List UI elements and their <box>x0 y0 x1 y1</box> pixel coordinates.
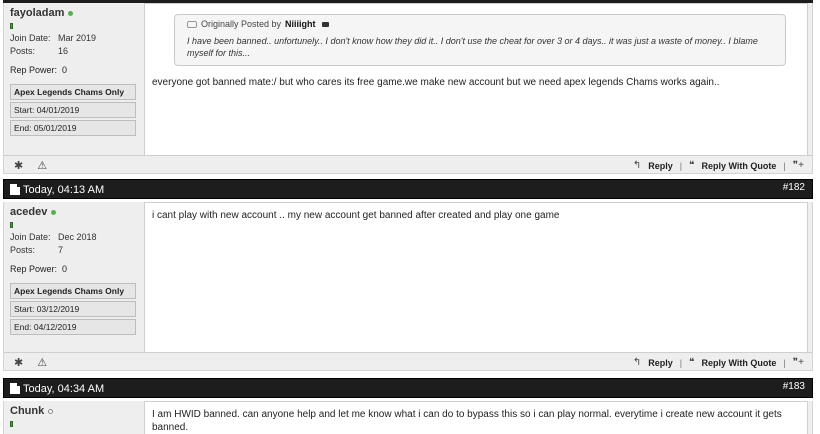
reputation-icon[interactable]: ✱ <box>14 159 23 172</box>
reputation-icon[interactable]: ✱ <box>14 356 23 369</box>
post-1: fayoladam Join Date: Mar 2019 Posts: 16 Re… <box>3 0 813 174</box>
post-182: Today, 04:13 AM #182 acedev Join Date: De… <box>3 179 813 371</box>
multi-quote-icon[interactable]: ❞+ <box>793 357 804 368</box>
post-header: Today, 04:13 AM #182 <box>3 179 813 199</box>
user-info: Chunk <box>4 401 141 434</box>
posts-count: 16 <box>58 46 69 56</box>
post-number[interactable]: #182 <box>783 182 805 193</box>
view-post-icon[interactable] <box>321 22 329 27</box>
reply-button[interactable]: Reply <box>648 161 673 171</box>
user-info: acedev Join Date: Dec 2018 Posts: 7 Rep Po… <box>4 202 141 352</box>
post-content: i cant play with new account .. my new a… <box>144 202 808 352</box>
post-footer: ✱ ⚠ ↰ Reply | ❝ Reply With Quote | ❞+ <box>3 352 813 371</box>
join-date-value: Mar 2019 <box>58 33 97 43</box>
post-183: Today, 04:34 AM #183 Chunk I am HWID ban… <box>3 378 813 434</box>
username[interactable]: fayoladam <box>10 7 64 19</box>
post-date: Today, 04:34 AM <box>23 383 105 395</box>
user-info: fayoladam Join Date: Mar 2019 Posts: 16 Re… <box>4 3 141 155</box>
offline-status-icon <box>48 408 54 414</box>
post-page-icon <box>10 383 20 394</box>
post-date: Today, 04:13 AM <box>23 184 105 196</box>
reply-button[interactable]: Reply <box>648 358 673 368</box>
quote-text: I have been banned.. unfortunely.. I don… <box>187 36 758 58</box>
join-date-label: Join Date: <box>10 232 51 242</box>
reply-with-quote-icon[interactable]: ❝ <box>689 160 694 171</box>
post-page-icon <box>10 184 20 195</box>
reputation-bar-icon <box>10 23 13 29</box>
username[interactable]: acedev <box>10 206 47 218</box>
post-content: I am HWID banned. can anyone help and le… <box>144 401 808 434</box>
multi-quote-icon[interactable]: ❞+ <box>793 160 804 171</box>
reputation-bar-icon <box>10 222 13 228</box>
subscription-end: End: 04/12/2019 <box>10 319 136 335</box>
report-icon[interactable]: ⚠ <box>37 356 47 369</box>
post-body: acedev Join Date: Dec 2018 Posts: 7 Rep Po… <box>3 202 813 352</box>
posts-label: Posts: <box>10 245 36 255</box>
post-body: Chunk I am HWID banned. can anyone help … <box>3 401 813 434</box>
quote-prefix: Originally Posted by <box>201 19 282 29</box>
subscription-end: End: 05/01/2019 <box>10 120 136 136</box>
username[interactable]: Chunk <box>10 405 44 417</box>
post-content: Originally Posted by Niiiight I have bee… <box>144 3 808 155</box>
subscription-start: Start: 04/01/2019 <box>10 102 136 118</box>
report-icon[interactable]: ⚠ <box>37 159 47 172</box>
online-status-icon <box>51 209 57 215</box>
join-date-label: Join Date: <box>10 33 51 43</box>
subscription-badge: Apex Legends Chams Only <box>10 84 136 100</box>
post-number[interactable]: #183 <box>783 381 805 392</box>
subscription-badge: Apex Legends Chams Only <box>10 283 136 299</box>
reputation-bar-icon <box>10 421 13 427</box>
rep-power: Rep Power: 0 <box>10 264 68 274</box>
quote-block: Originally Posted by Niiiight I have bee… <box>174 14 786 66</box>
post-message: I am HWID banned. can anyone help and le… <box>152 409 782 433</box>
reply-icon[interactable]: ↰ <box>633 160 641 171</box>
posts-count: 7 <box>58 245 64 255</box>
reply-icon[interactable]: ↰ <box>633 357 641 368</box>
quote-author[interactable]: Niiiight <box>285 18 316 31</box>
join-date-value: Dec 2018 <box>58 232 97 242</box>
quote-icon <box>187 21 197 28</box>
posts-label: Posts: <box>10 46 36 56</box>
post-message: i cant play with new account .. my new a… <box>152 210 560 221</box>
post-header: Today, 04:34 AM #183 <box>3 378 813 398</box>
reply-with-quote-icon[interactable]: ❝ <box>689 357 694 368</box>
reply-with-quote-button[interactable]: Reply With Quote <box>702 358 777 368</box>
rep-power: Rep Power: 0 <box>10 65 68 75</box>
online-status-icon <box>68 10 74 16</box>
subscription-start: Start: 03/12/2019 <box>10 301 136 317</box>
post-message: everyone got banned mate:/ but who cares… <box>152 77 720 88</box>
post-footer: ✱ ⚠ ↰ Reply | ❝ Reply With Quote | ❞+ <box>3 155 813 174</box>
post-body: fayoladam Join Date: Mar 2019 Posts: 16 Re… <box>3 3 813 155</box>
reply-with-quote-button[interactable]: Reply With Quote <box>702 161 777 171</box>
